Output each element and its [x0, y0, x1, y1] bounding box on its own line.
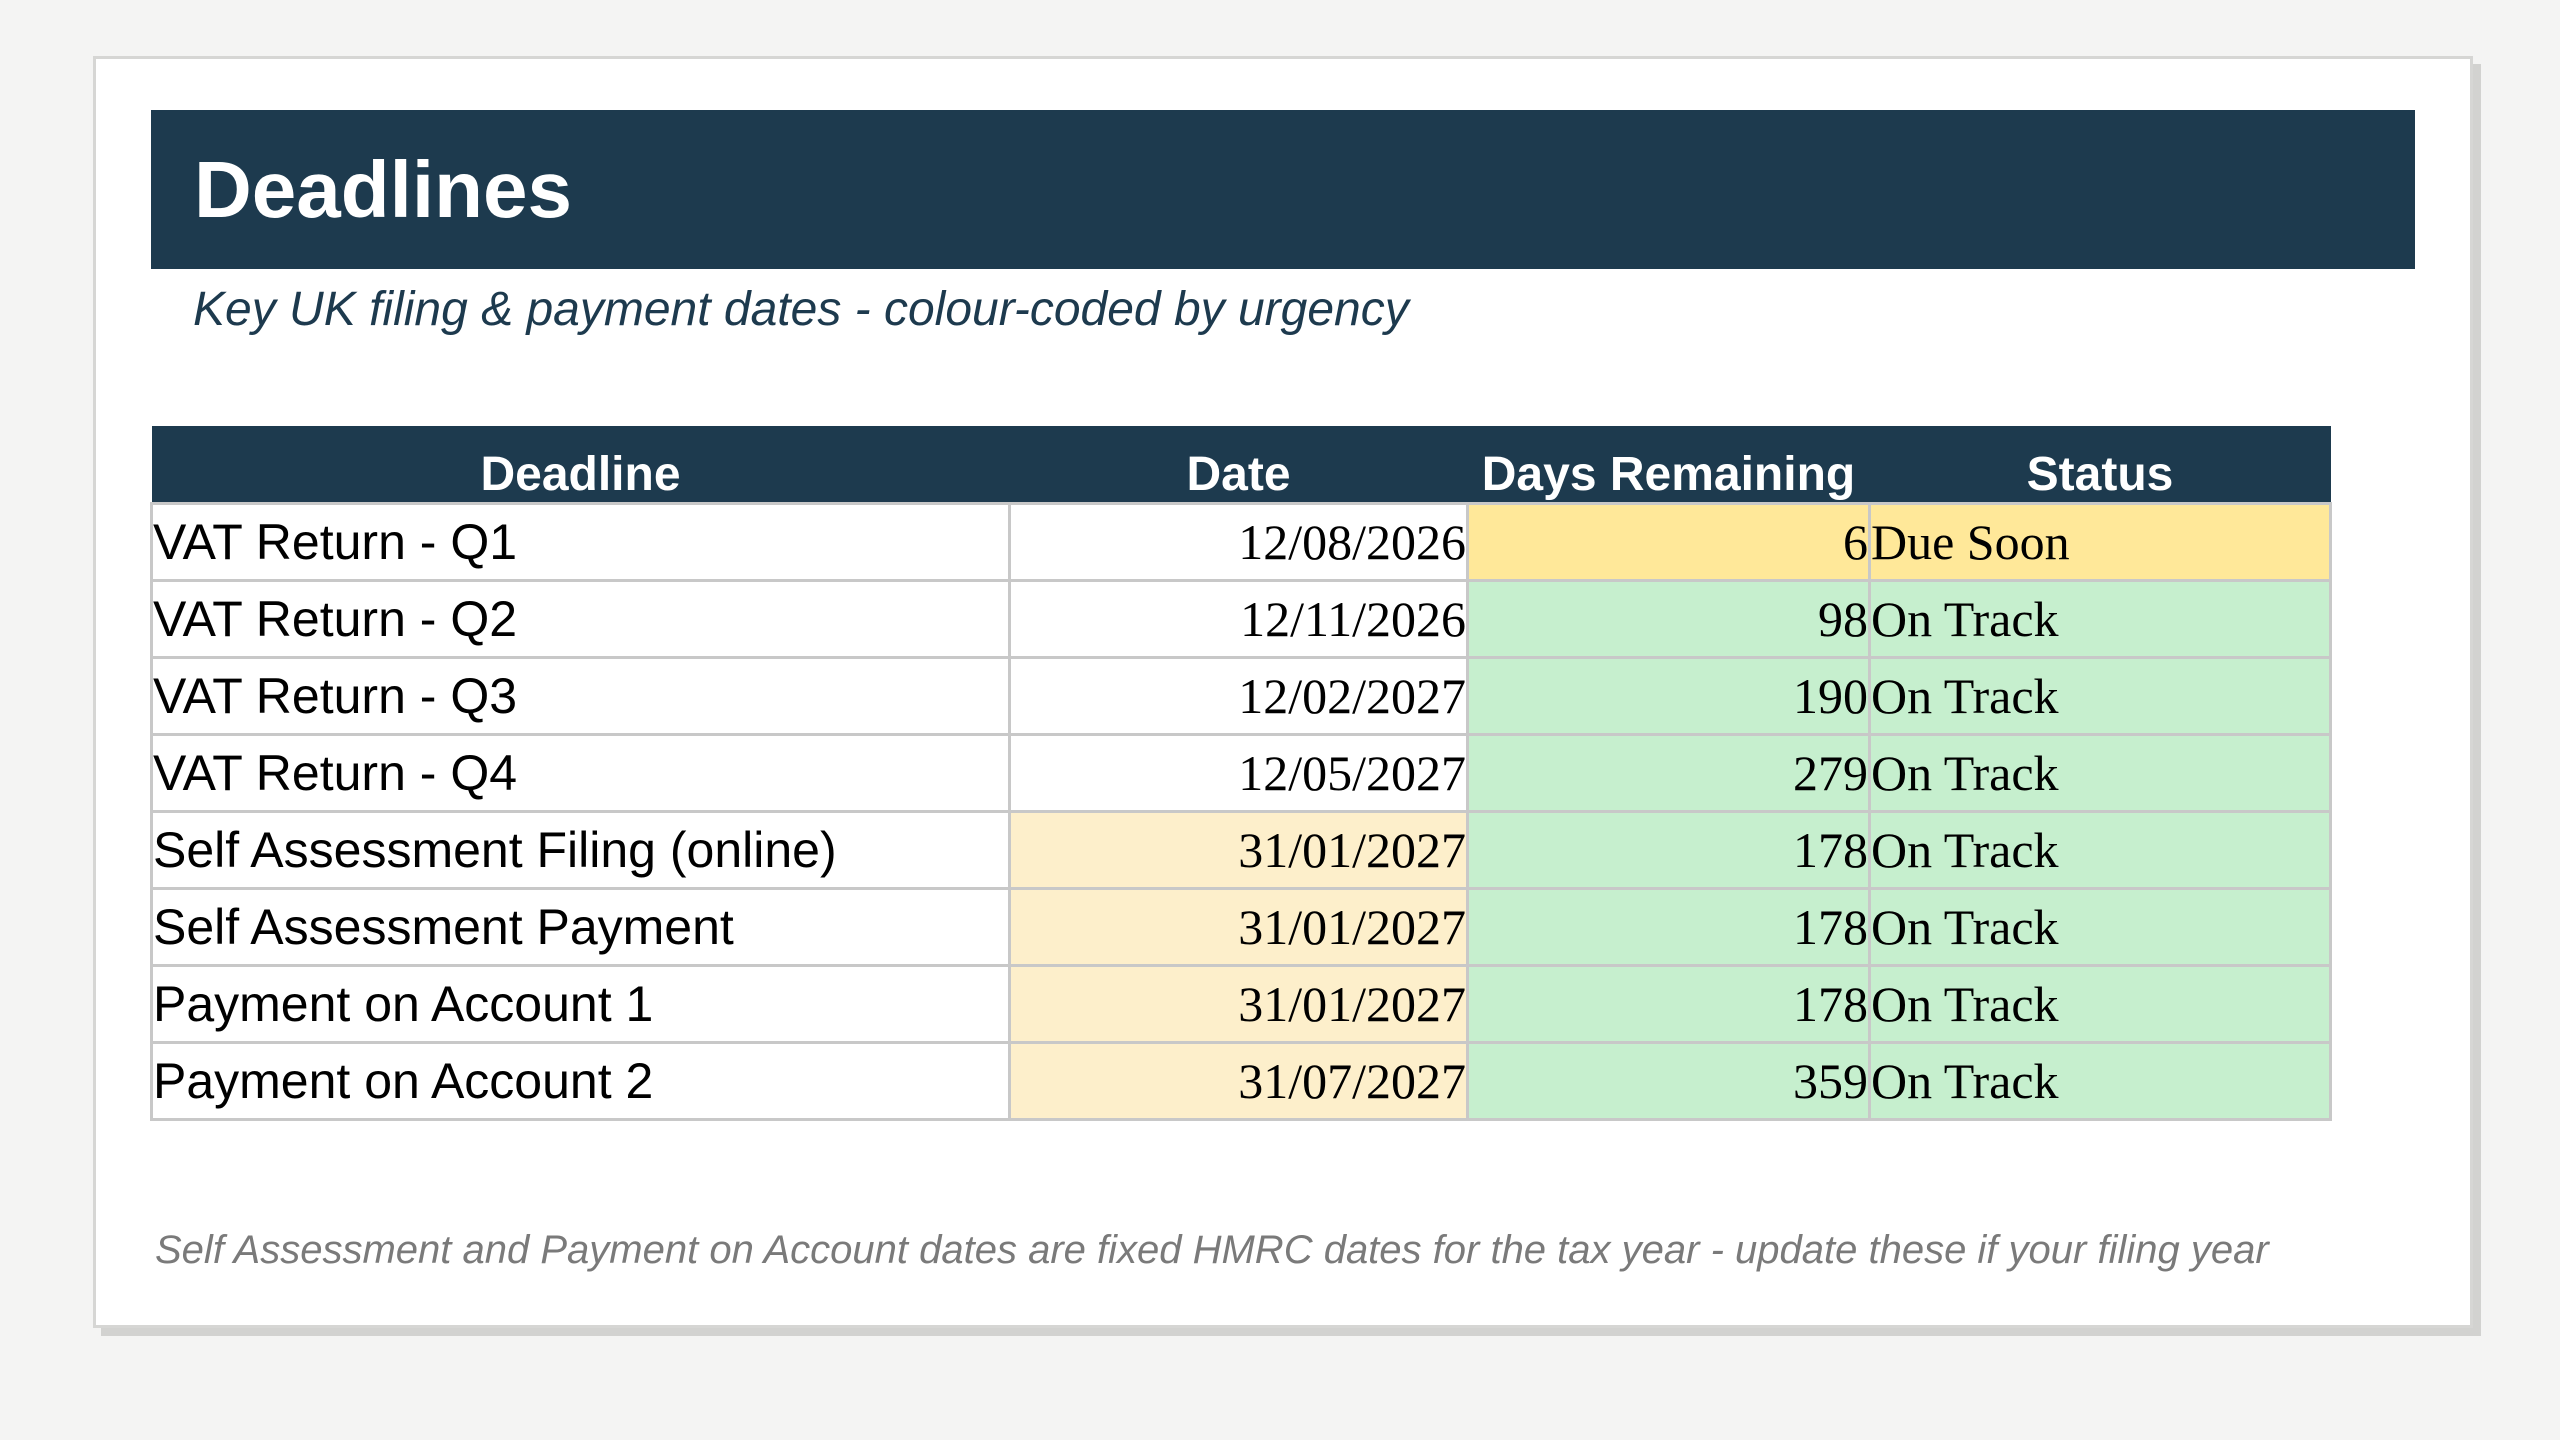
table-row: VAT Return - Q1 12/08/2026 6 Due Soon	[150, 502, 2332, 582]
date-cell[interactable]: 12/11/2026	[1008, 579, 1469, 659]
status-cell[interactable]: On Track	[1868, 656, 2332, 736]
deadline-cell[interactable]: Self Assessment Payment	[150, 887, 1011, 967]
table-row: Payment on Account 2 31/07/2027 359 On T…	[150, 1041, 2332, 1121]
days-remaining-cell[interactable]: 359	[1466, 1041, 1871, 1121]
status-cell[interactable]: On Track	[1868, 733, 2332, 813]
deadline-cell[interactable]: VAT Return - Q4	[150, 733, 1011, 813]
deadline-cell[interactable]: VAT Return - Q1	[150, 502, 1011, 582]
days-remaining-cell[interactable]: 178	[1466, 810, 1871, 890]
column-header-deadline[interactable]: Deadline	[151, 426, 1010, 504]
days-remaining-cell[interactable]: 279	[1466, 733, 1871, 813]
footnote[interactable]: Self Assessment and Payment on Account d…	[155, 1222, 2331, 1278]
table-row: Self Assessment Payment 31/01/2027 178 O…	[150, 887, 2332, 967]
deadline-cell[interactable]: Payment on Account 2	[150, 1041, 1011, 1121]
date-cell[interactable]: 12/02/2027	[1008, 656, 1469, 736]
column-header-date[interactable]: Date	[1009, 426, 1468, 504]
date-cell[interactable]: 12/05/2027	[1008, 733, 1469, 813]
page-title[interactable]: Deadlines	[194, 140, 572, 240]
date-cell[interactable]: 31/07/2027	[1008, 1041, 1469, 1121]
deadline-cell[interactable]: Payment on Account 1	[150, 964, 1011, 1044]
days-remaining-cell[interactable]: 178	[1466, 964, 1871, 1044]
status-cell[interactable]: On Track	[1868, 810, 2332, 890]
status-cell[interactable]: Due Soon	[1868, 502, 2332, 582]
deadline-cell[interactable]: Self Assessment Filing (online)	[150, 810, 1011, 890]
date-cell[interactable]: 31/01/2027	[1008, 810, 1469, 890]
table-row: VAT Return - Q4 12/05/2027 279 On Track	[150, 733, 2332, 813]
date-cell[interactable]: 31/01/2027	[1008, 887, 1469, 967]
table-row: Self Assessment Filing (online) 31/01/20…	[150, 810, 2332, 890]
days-remaining-cell[interactable]: 6	[1466, 502, 1871, 582]
page-subtitle[interactable]: Key UK filing & payment dates - colour-c…	[193, 280, 1409, 340]
status-cell[interactable]: On Track	[1868, 887, 2332, 967]
column-header-days-remaining[interactable]: Days Remaining	[1467, 426, 1870, 504]
days-remaining-cell[interactable]: 98	[1466, 579, 1871, 659]
table-row: VAT Return - Q2 12/11/2026 98 On Track	[150, 579, 2332, 659]
deadline-cell[interactable]: VAT Return - Q2	[150, 579, 1011, 659]
status-cell[interactable]: On Track	[1868, 964, 2332, 1044]
date-cell[interactable]: 31/01/2027	[1008, 964, 1469, 1044]
deadlines-table: Deadline Date Days Remaining Status VAT …	[150, 426, 2332, 1121]
column-header-status[interactable]: Status	[1869, 426, 2331, 504]
date-cell[interactable]: 12/08/2026	[1008, 502, 1469, 582]
days-remaining-cell[interactable]: 178	[1466, 887, 1871, 967]
status-cell[interactable]: On Track	[1868, 579, 2332, 659]
table-row: Payment on Account 1 31/01/2027 178 On T…	[150, 964, 2332, 1044]
table-header-row: Deadline Date Days Remaining Status	[151, 426, 2331, 504]
deadline-cell[interactable]: VAT Return - Q3	[150, 656, 1011, 736]
days-remaining-cell[interactable]: 190	[1466, 656, 1871, 736]
table-row: VAT Return - Q3 12/02/2027 190 On Track	[150, 656, 2332, 736]
status-cell[interactable]: On Track	[1868, 1041, 2332, 1121]
